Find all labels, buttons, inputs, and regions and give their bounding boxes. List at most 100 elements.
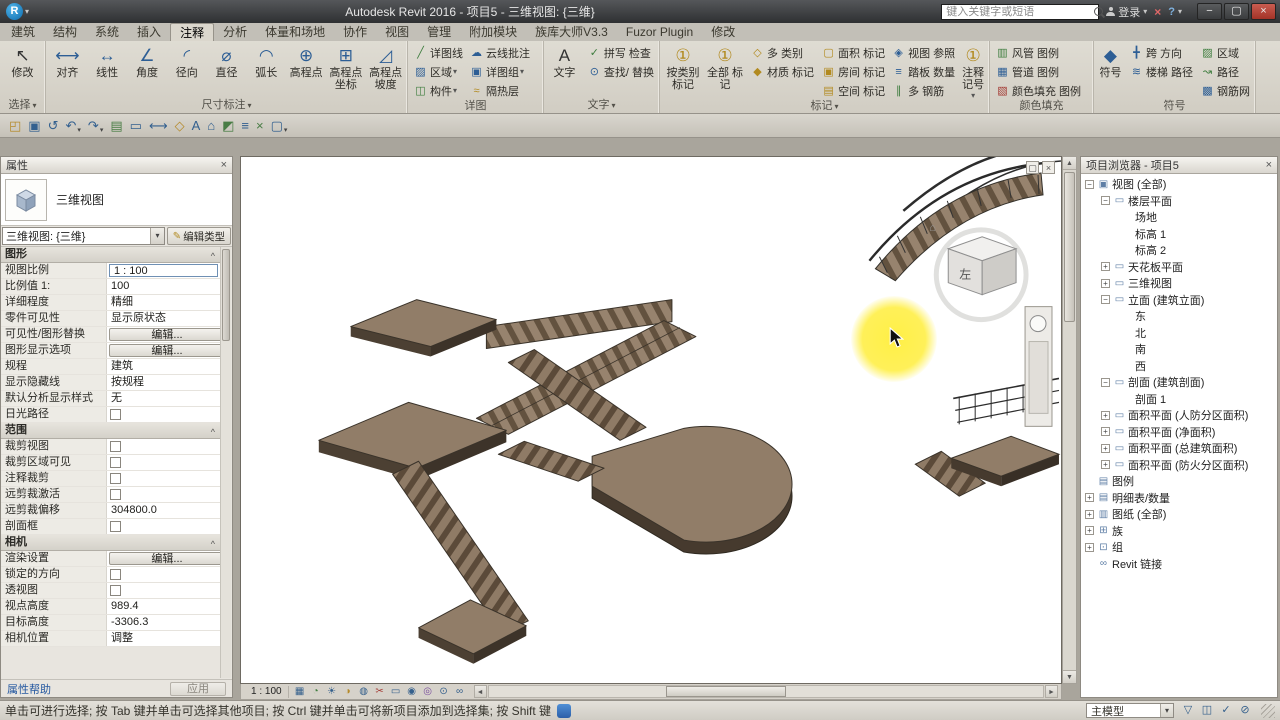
- property-value[interactable]: 1 : 100: [109, 264, 218, 277]
- dimension-panel-label[interactable]: 尺寸标注 ▾: [46, 99, 407, 113]
- text-tool-button[interactable]: ⊙ 查找/ 替换: [584, 62, 657, 81]
- tree-item[interactable]: 场地: [1081, 209, 1277, 226]
- tree-item[interactable]: + ▭ 天花板平面: [1081, 259, 1277, 276]
- property-row[interactable]: 规程 建筑: [1, 359, 220, 375]
- view-close-button[interactable]: ×: [1042, 161, 1055, 174]
- qat-button[interactable]: ⟷: [146, 116, 171, 136]
- property-row[interactable]: 比例值 1: 100: [1, 279, 220, 295]
- symbol-button[interactable]: ◆ 符号: [1096, 43, 1125, 80]
- scale-control[interactable]: 1 : 100: [245, 685, 289, 698]
- apply-button[interactable]: 应用: [170, 681, 226, 696]
- detail-tool-button[interactable]: ╱ 详图线: [410, 43, 466, 62]
- property-row[interactable]: 渲染设置 编辑...: [1, 551, 220, 567]
- restore-button[interactable]: ▢: [1224, 3, 1249, 20]
- property-row[interactable]: 图形显示选项 编辑...: [1, 343, 220, 359]
- detail-tool-button[interactable]: ▣ 详图组 ▾: [466, 62, 533, 81]
- tree-expander-icon[interactable]: +: [1085, 493, 1094, 503]
- tag-tool-button[interactable]: ◇ 多 类别: [747, 43, 817, 62]
- text-tool-button[interactable]: ✓ 拼写 检查: [584, 43, 657, 62]
- qat-button[interactable]: ▤: [107, 116, 125, 136]
- tree-item[interactable]: 西: [1081, 358, 1277, 375]
- tree-item[interactable]: + ⊡ 组: [1081, 539, 1277, 556]
- qat-button[interactable]: ◇: [172, 116, 188, 136]
- property-value[interactable]: 989.4: [107, 599, 220, 614]
- scroll-down-icon[interactable]: ▼: [1063, 670, 1076, 683]
- dimension-tool-button[interactable]: ◜ 径向: [167, 43, 206, 80]
- tree-item[interactable]: + ▭ 面积平面 (防火分区面积): [1081, 457, 1277, 474]
- view-control-icon[interactable]: ∞: [453, 685, 467, 698]
- property-row[interactable]: 显示隐藏线 按规程: [1, 375, 220, 391]
- property-value[interactable]: [110, 409, 121, 420]
- property-row[interactable]: 默认分析显示样式 无: [1, 391, 220, 407]
- property-value[interactable]: 编辑...: [109, 344, 220, 357]
- qat-button[interactable]: ↶ ▾: [63, 116, 84, 136]
- tree-item[interactable]: 标高 2: [1081, 242, 1277, 259]
- tree-item[interactable]: − ▭ 剖面 (建筑剖面): [1081, 374, 1277, 391]
- property-row[interactable]: 远剪裁激活: [1, 487, 220, 503]
- design-option-select[interactable]: 主模型 ▾: [1086, 703, 1174, 718]
- property-value[interactable]: 无: [107, 391, 220, 406]
- properties-scrollbar[interactable]: [220, 247, 231, 678]
- tree-item[interactable]: − ▭ 立面 (建筑立面): [1081, 292, 1277, 309]
- tree-expander-icon[interactable]: −: [1101, 196, 1110, 206]
- application-menu-button[interactable]: R ▾: [0, 3, 35, 20]
- qat-button[interactable]: ▭: [127, 116, 145, 136]
- ribbon-tab[interactable]: Fuzor Plugin: [617, 23, 702, 41]
- signin-button[interactable]: 登录 ▾: [1106, 4, 1147, 20]
- view-control-icon[interactable]: ▦: [293, 685, 307, 698]
- scrollbar-thumb[interactable]: [1064, 172, 1075, 322]
- property-row[interactable]: 零件可见性 显示原状态: [1, 311, 220, 327]
- property-value[interactable]: 编辑...: [109, 328, 220, 341]
- tree-item[interactable]: + ▭ 三维视图: [1081, 275, 1277, 292]
- tree-item[interactable]: − ▭ 楼层平面: [1081, 193, 1277, 210]
- tree-expander-icon[interactable]: +: [1085, 509, 1094, 519]
- tree-item[interactable]: + ▭ 面积平面 (总建筑面积): [1081, 440, 1277, 457]
- tree-expander-icon[interactable]: −: [1101, 377, 1110, 387]
- property-value[interactable]: -3306.3: [107, 615, 220, 630]
- property-row[interactable]: 透视图: [1, 583, 220, 599]
- tree-item[interactable]: 北: [1081, 325, 1277, 342]
- property-value[interactable]: [110, 441, 121, 452]
- detail-tool-button[interactable]: ≈ 隔热层: [466, 81, 533, 100]
- color-fill-button[interactable]: ▥ 风管 图例: [992, 43, 1084, 62]
- detail-tool-button[interactable]: ☁ 云线批注: [466, 43, 533, 62]
- tag-tool-button[interactable]: ∥ 多 钢筋: [888, 81, 958, 100]
- ribbon-tab[interactable]: 视图: [376, 23, 418, 41]
- tree-expander-icon[interactable]: +: [1101, 460, 1110, 470]
- ribbon-tab[interactable]: 结构: [44, 23, 86, 41]
- tag-tool-button[interactable]: ◆ 材质 标记: [747, 62, 817, 81]
- property-row[interactable]: 注释裁剪: [1, 471, 220, 487]
- property-value[interactable]: 建筑: [107, 359, 220, 374]
- ribbon-tab[interactable]: 体量和场地: [256, 23, 334, 41]
- ribbon-tab[interactable]: 协作: [334, 23, 376, 41]
- property-row[interactable]: 日光路径: [1, 407, 220, 423]
- symbol-tool-button[interactable]: ≋ 楼梯 路径: [1126, 62, 1196, 81]
- ribbon-tab[interactable]: 建筑: [2, 23, 44, 41]
- qat-button[interactable]: ◩: [219, 116, 237, 136]
- tree-item[interactable]: 标高 1: [1081, 226, 1277, 243]
- tree-item[interactable]: + ▤ 明细表/数量: [1081, 490, 1277, 507]
- dimension-tool-button[interactable]: ◠ 弧长: [247, 43, 286, 80]
- help-button[interactable]: ? ▾: [1168, 6, 1182, 18]
- view-control-icon[interactable]: ⊙: [437, 685, 451, 698]
- viewcube[interactable]: 左 ⌂: [929, 222, 1029, 323]
- detail-tool-button[interactable]: ◫ 构件 ▾: [410, 81, 466, 100]
- property-value[interactable]: [110, 457, 121, 468]
- ribbon-tab[interactable]: 分析: [214, 23, 256, 41]
- instance-selector[interactable]: 三维视图: {三维} ▾: [2, 227, 165, 245]
- qat-button[interactable]: ≡: [238, 116, 252, 136]
- property-row[interactable]: 可见性/图形替换 编辑...: [1, 327, 220, 343]
- property-row[interactable]: 裁剪区域可见: [1, 455, 220, 471]
- tree-expander-icon[interactable]: +: [1101, 443, 1110, 453]
- tree-expander-icon[interactable]: +: [1101, 410, 1110, 420]
- exchange-apps-icon[interactable]: ×: [1154, 5, 1161, 19]
- status-icon[interactable]: ✓: [1218, 703, 1234, 718]
- property-value[interactable]: [110, 521, 121, 532]
- property-value[interactable]: [110, 585, 121, 596]
- ribbon-tab[interactable]: 修改: [702, 23, 744, 41]
- property-value[interactable]: 调整: [107, 631, 220, 646]
- tree-expander-icon[interactable]: +: [1085, 526, 1094, 536]
- tag-tool-button[interactable]: ▢ 面积 标记: [818, 43, 888, 62]
- qat-button[interactable]: ◰: [6, 116, 24, 136]
- ribbon-tab[interactable]: 管理: [418, 23, 460, 41]
